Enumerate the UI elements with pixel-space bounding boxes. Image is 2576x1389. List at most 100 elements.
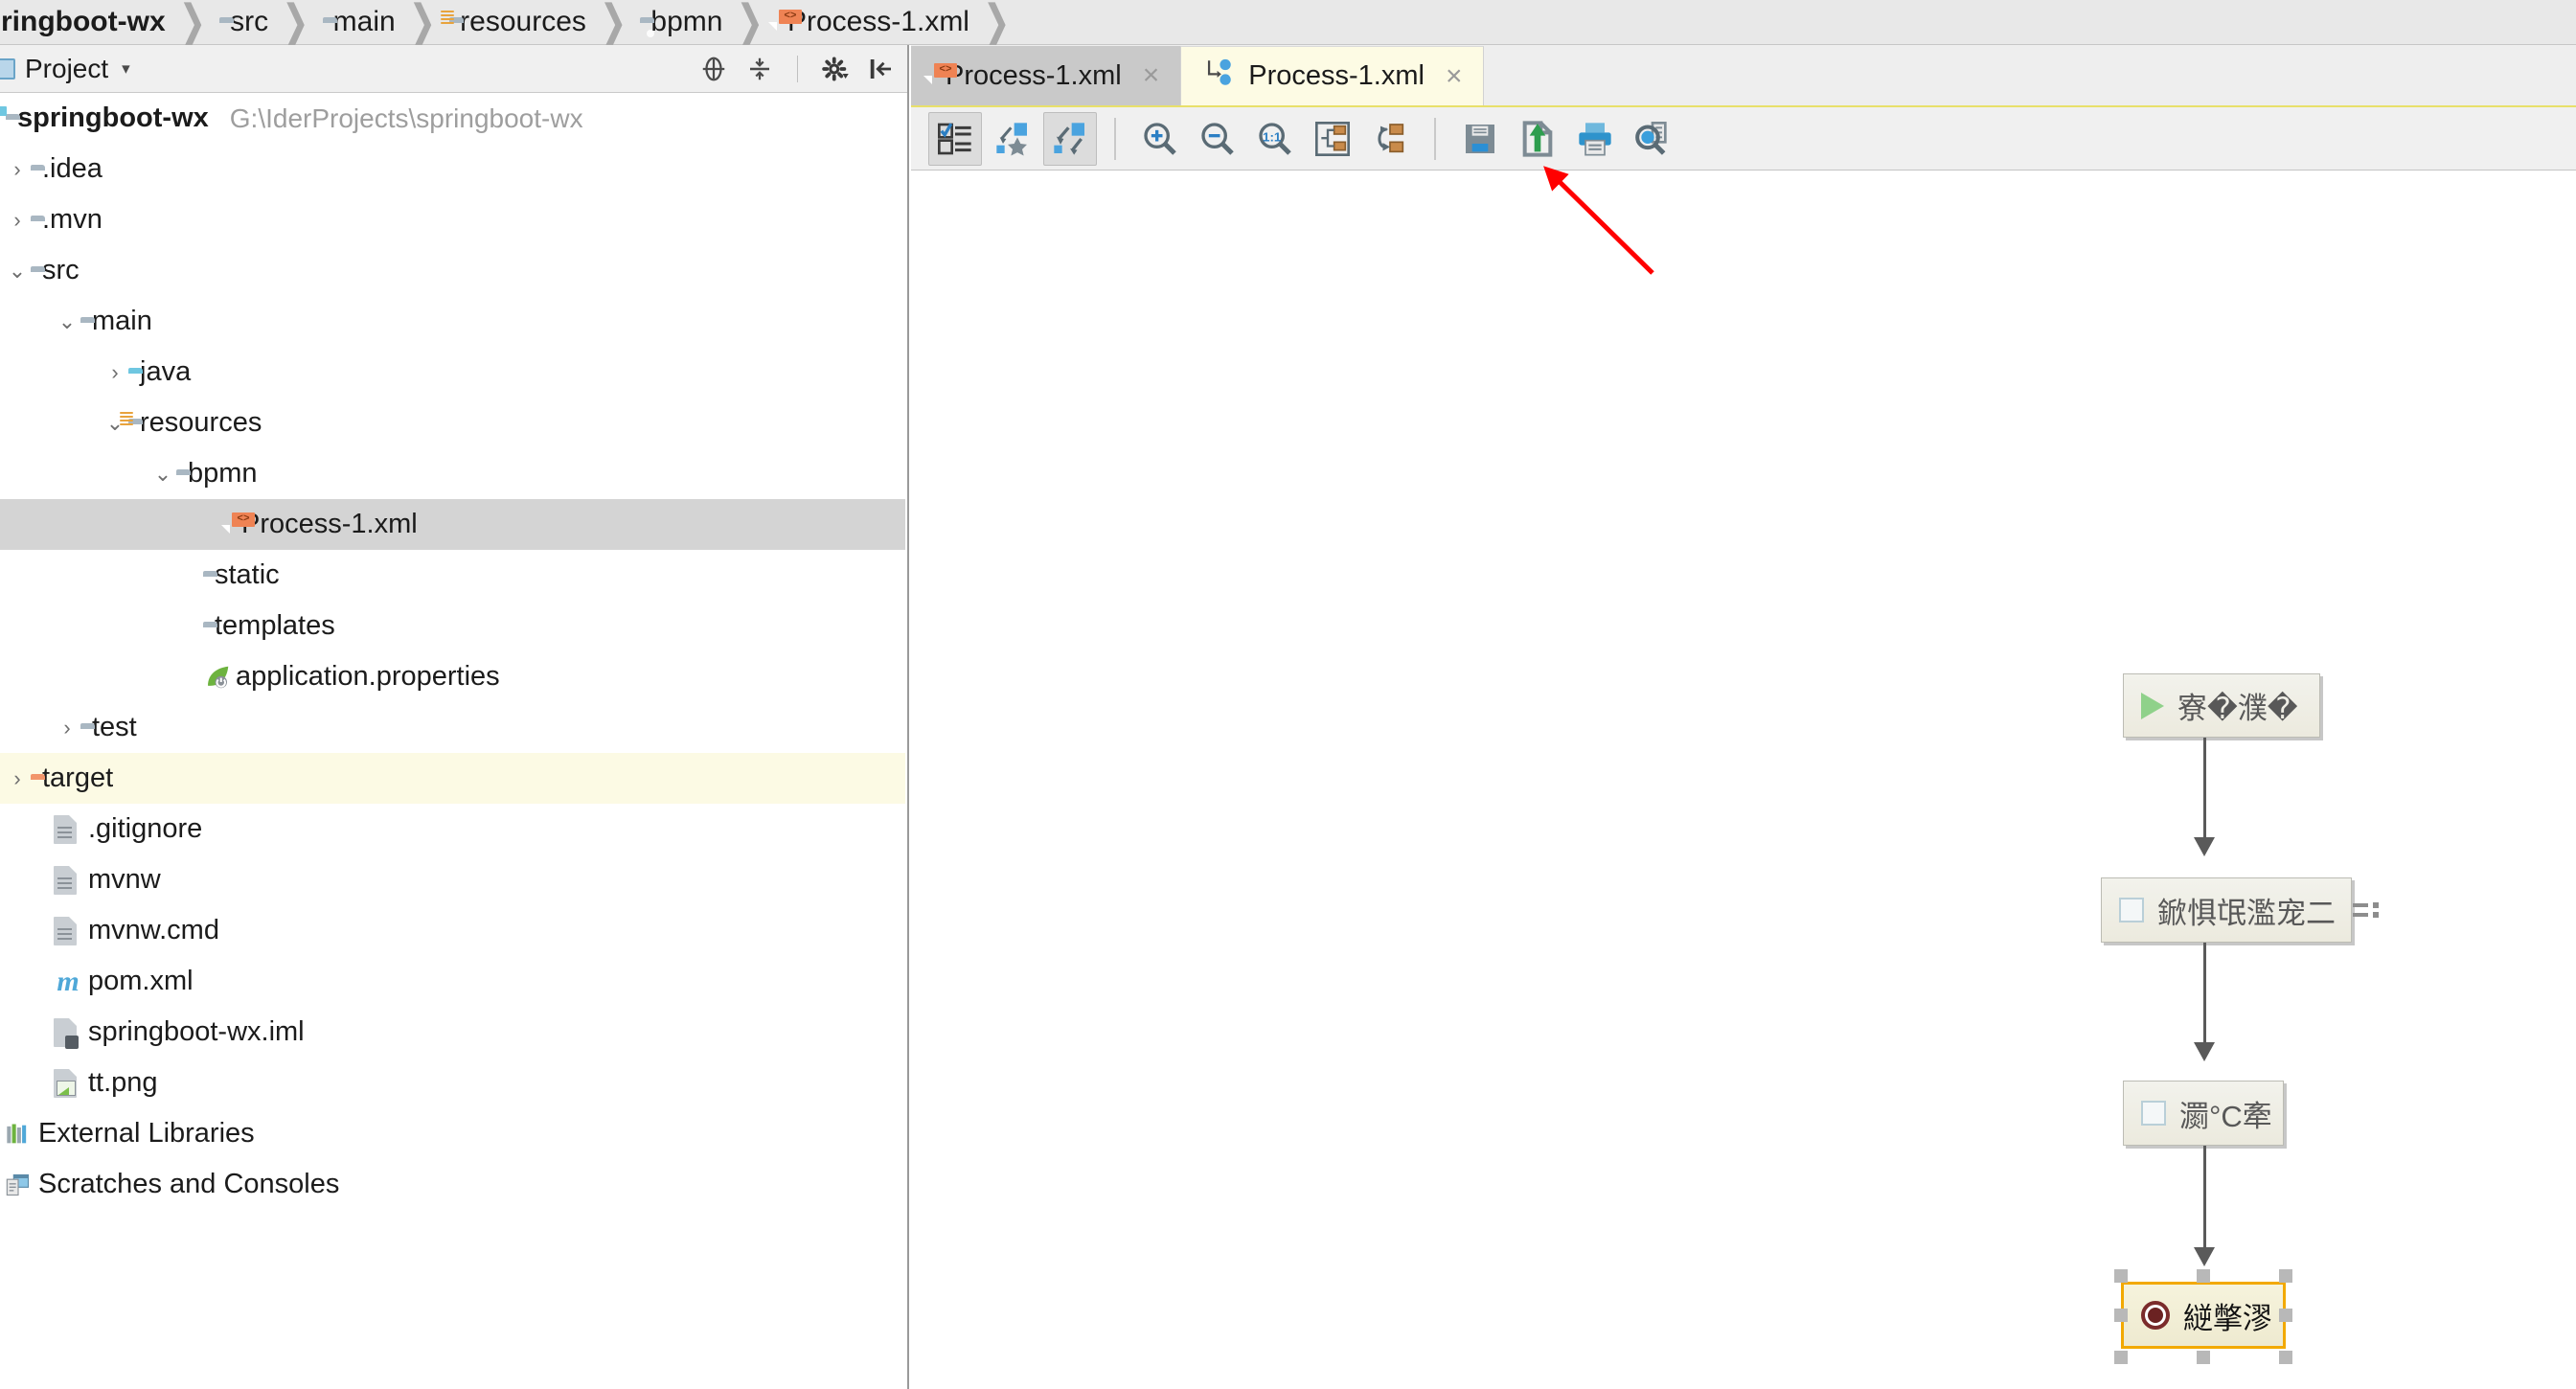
validate-icon[interactable]	[928, 111, 982, 166]
selection-handle[interactable]	[2197, 1351, 2210, 1364]
selection-handle[interactable]	[2279, 1269, 2292, 1283]
preview-icon[interactable]	[1626, 112, 1679, 166]
tree-row-idea[interactable]: › .idea	[0, 144, 905, 194]
selection-handle[interactable]	[2279, 1351, 2292, 1364]
tree-row-external-libraries[interactable]: External Libraries	[0, 1108, 905, 1159]
chevron-right-icon[interactable]: ›	[4, 766, 31, 791]
selection-handle[interactable]	[2197, 1269, 2210, 1283]
chevron-down-icon[interactable]: ⌄	[149, 462, 176, 487]
tree-row-module[interactable]: springboot-wx G:\IderProjects\springboot…	[0, 93, 905, 144]
chevron-right-icon[interactable]: ›	[54, 716, 80, 740]
chevron-down-icon[interactable]: ⌄	[54, 309, 80, 334]
tree-row-label: .gitignore	[88, 813, 203, 844]
tree-row-mvnw-cmd[interactable]: mvnw.cmd	[0, 905, 905, 956]
bpmn-node-end-event[interactable]: 縌撆漻	[2121, 1282, 2286, 1349]
bpmn-node-label: 瀱°C牽	[2179, 1099, 2272, 1133]
close-icon[interactable]: ×	[1143, 59, 1160, 92]
tree-row-main[interactable]: ⌄ main	[0, 296, 905, 347]
selection-handle[interactable]	[2114, 1309, 2128, 1322]
task-icon	[2141, 1101, 2166, 1126]
tree-row-gitignore[interactable]: .gitignore	[0, 804, 905, 854]
print-icon[interactable]	[1568, 112, 1622, 166]
tree-row-application-properties[interactable]: application.properties	[0, 651, 905, 702]
tree-row-mvnw[interactable]: mvnw	[0, 854, 905, 905]
bpmn-node-user-task-2[interactable]: 瀱°C牽	[2123, 1081, 2284, 1146]
text-file-icon	[54, 916, 77, 945]
libraries-icon	[4, 1120, 33, 1149]
tree-row-bpmn[interactable]: ⌄ bpmn	[0, 448, 905, 499]
project-tree[interactable]: springboot-wx G:\IderProjects\springboot…	[0, 93, 905, 1389]
tree-row-label: mvnw	[88, 864, 161, 895]
tree-row-label: resources	[140, 407, 262, 438]
bpmn-node-user-task-1[interactable]: 鍁惧氓濫宠二	[2101, 877, 2352, 943]
selection-handle[interactable]	[2279, 1309, 2292, 1322]
breadcrumb-label: resources	[460, 6, 586, 37]
breadcrumb-label: bpmn	[650, 6, 723, 37]
chevron-right-icon[interactable]: ›	[4, 157, 31, 182]
tree-row-label: .mvn	[42, 204, 103, 235]
fit-to-window-icon[interactable]	[1306, 112, 1359, 166]
tree-row-test[interactable]: › test	[0, 702, 905, 753]
tree-row-label: templates	[215, 610, 335, 641]
chevron-down-icon[interactable]: ▾	[122, 59, 130, 79]
refresh-layout-icon[interactable]	[1363, 112, 1417, 166]
end-event-icon	[2141, 1301, 2170, 1330]
tree-row-target[interactable]: › target	[0, 753, 905, 804]
settings-gear-icon[interactable]	[821, 55, 850, 83]
task-icon	[2119, 898, 2144, 922]
hide-panel-icon[interactable]	[867, 55, 896, 83]
tree-row-label: application.properties	[236, 661, 500, 692]
tab-process-xml-source[interactable]: <> Process-1.xml ×	[911, 46, 1182, 105]
tree-row-iml[interactable]: springboot-wx.iml	[0, 1007, 905, 1058]
start-event-icon	[2141, 692, 2164, 719]
project-panel-header: Project ▾	[0, 45, 907, 93]
export-icon[interactable]	[1511, 112, 1564, 166]
breadcrumb-separator-icon: ❯	[178, 0, 207, 48]
auto-layout-icon[interactable]	[1043, 111, 1097, 166]
locate-icon[interactable]	[699, 55, 728, 83]
svg-text:1:1: 1:1	[1263, 129, 1282, 144]
zoom-out-icon[interactable]	[1191, 112, 1244, 166]
tree-row-static[interactable]: static	[0, 550, 905, 601]
tree-row-src[interactable]: ⌄ src	[0, 245, 905, 296]
breadcrumb-item-resources[interactable]: resources	[441, 0, 590, 44]
tree-row-process-xml[interactable]: <> Process-1.xml	[0, 499, 905, 550]
breadcrumb-label: src	[230, 6, 269, 37]
tree-row-templates[interactable]: templates	[0, 601, 905, 651]
bpmn-canvas[interactable]: 寮�濮� 鍁惧氓濫宠二 瀱°C牽 縌撆漻	[911, 171, 2576, 1389]
selection-handle[interactable]	[2114, 1269, 2128, 1283]
iml-file-icon	[54, 1017, 79, 1049]
bpmn-connector-1	[2194, 738, 2215, 856]
tree-row-label: java	[140, 356, 192, 387]
breadcrumb-item-src[interactable]: src	[216, 0, 272, 44]
zoom-actual-icon[interactable]: 1:1	[1248, 112, 1302, 166]
chevron-down-icon[interactable]: ⌄	[4, 259, 31, 284]
tree-row-label: springboot-wx	[17, 102, 209, 133]
tree-row-scratches-consoles[interactable]: Scratches and Consoles	[0, 1159, 905, 1210]
bpmn-node-label: 寮�濮�	[2177, 692, 2298, 725]
bpmn-node-start-event[interactable]: 寮�濮�	[2123, 673, 2320, 738]
tree-row-java[interactable]: › java	[0, 347, 905, 398]
tree-row-label: .idea	[42, 153, 103, 184]
close-icon[interactable]: ×	[1446, 60, 1463, 93]
tree-row-label: test	[92, 712, 137, 742]
tree-row-tt-png[interactable]: tt.png	[0, 1058, 905, 1108]
maven-icon: m	[57, 965, 80, 997]
tree-row-mvn[interactable]: › .mvn	[0, 194, 905, 245]
favorite-layout-icon[interactable]	[986, 112, 1039, 166]
breadcrumb-item-bpmn[interactable]: bpmn	[636, 0, 726, 44]
tab-process-xml-designer[interactable]: Process-1.xml ×	[1181, 46, 1485, 105]
breadcrumb-item-project[interactable]: ringboot-wx	[0, 0, 170, 44]
selection-handle[interactable]	[2114, 1351, 2128, 1364]
chevron-right-icon[interactable]: ›	[4, 208, 31, 233]
breadcrumb-item-file[interactable]: <> Process-1.xml	[773, 0, 973, 44]
chevron-right-icon[interactable]: ›	[102, 360, 128, 385]
breadcrumb-item-main[interactable]: main	[319, 0, 399, 44]
collapse-all-icon[interactable]	[745, 55, 774, 83]
save-icon[interactable]	[1453, 112, 1507, 166]
breadcrumb-separator-icon: ❯	[282, 0, 309, 48]
tree-row-resources[interactable]: ⌄ resources	[0, 398, 905, 448]
task-menu-icon[interactable]	[2353, 902, 2379, 918]
zoom-in-icon[interactable]	[1133, 112, 1187, 166]
tree-row-pom-xml[interactable]: m pom.xml	[0, 956, 905, 1007]
